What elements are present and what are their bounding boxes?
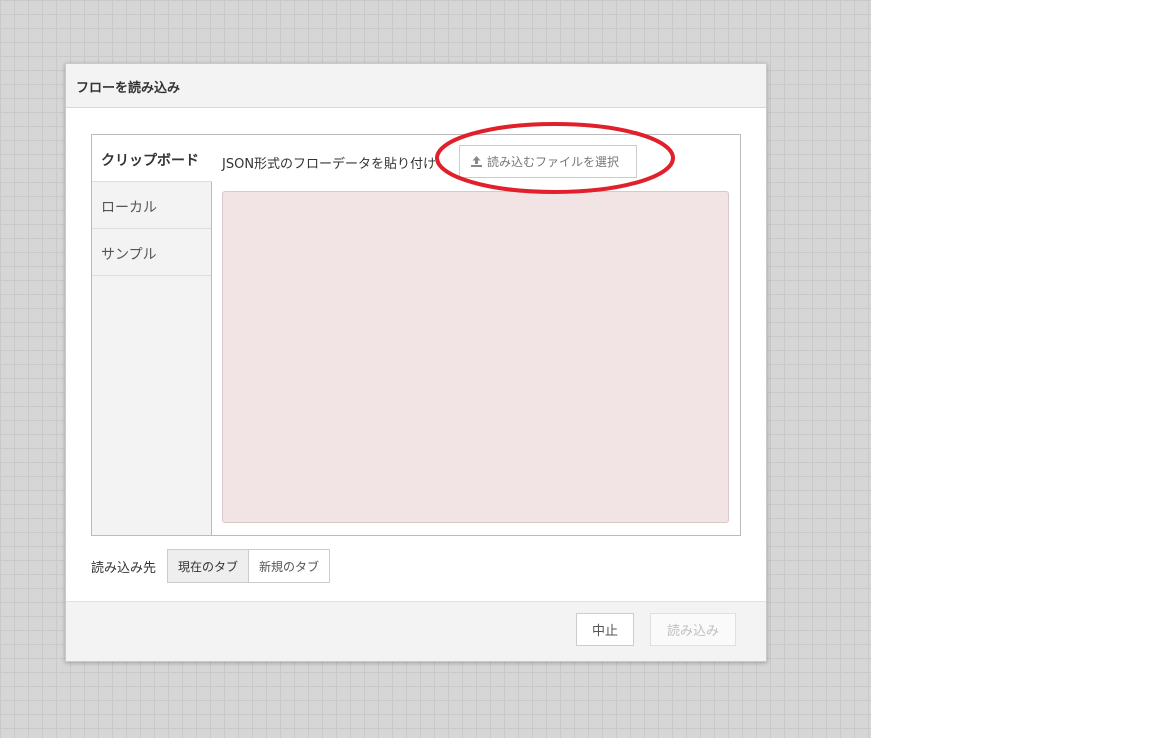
dialog-title: フローを読み込み	[76, 81, 181, 96]
paste-label: JSON形式のフローデータを貼り付け	[222, 157, 437, 172]
import-target-label: 読み込み先	[91, 560, 157, 576]
upload-icon	[471, 156, 482, 167]
import-source-tabs: クリップボード ローカル サンプル	[92, 135, 212, 535]
tab-sample[interactable]: サンプル	[92, 229, 211, 276]
select-file-button[interactable]: 読み込むファイルを選択	[459, 145, 637, 178]
dialog-header: フローを読み込み	[66, 64, 766, 108]
import-flow-dialog: フローを読み込み クリップボード ローカル サンプル JSON形式のフローデータ…	[65, 63, 767, 662]
cancel-button[interactable]: 中止	[576, 613, 634, 646]
clipboard-content: JSON形式のフローデータを貼り付け 読み込むファイルを選択	[212, 135, 740, 535]
new-tab-option[interactable]: 新規のタブ	[249, 550, 330, 582]
import-target-toggle: 現在のタブ 新規のタブ	[167, 549, 331, 583]
import-panel: クリップボード ローカル サンプル JSON形式のフローデータを貼り付け 読み込…	[91, 134, 741, 536]
current-tab-option[interactable]: 現在のタブ	[168, 550, 250, 582]
editor-workspace: フローを読み込み クリップボード ローカル サンプル JSON形式のフローデータ…	[0, 0, 871, 738]
import-target-row: 読み込み先 現在のタブ 新規のタブ	[91, 549, 331, 583]
tab-local[interactable]: ローカル	[92, 182, 211, 229]
dialog-footer: 中止 読み込み	[66, 601, 766, 661]
flow-json-textarea[interactable]	[222, 191, 729, 523]
select-file-button-label: 読み込むファイルを選択	[487, 155, 620, 169]
tab-clipboard[interactable]: クリップボード	[92, 135, 212, 182]
import-button[interactable]: 読み込み	[650, 613, 736, 646]
